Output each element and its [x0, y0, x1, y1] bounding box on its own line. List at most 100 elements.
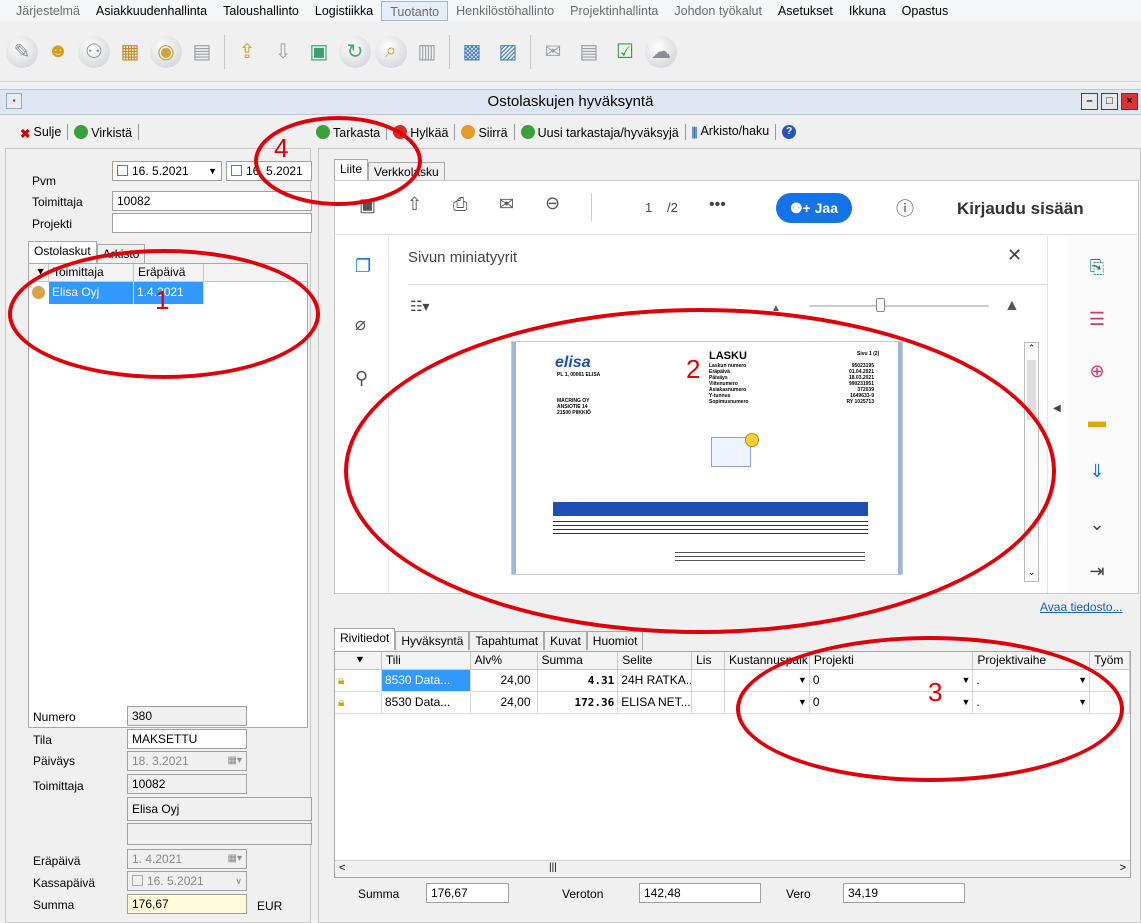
cell-summa[interactable]: 4.31: [538, 670, 619, 691]
cell-alv[interactable]: 24,00: [471, 670, 538, 691]
cell-selite[interactable]: ELISA NET...: [618, 692, 693, 713]
maximize-button[interactable]: □: [1101, 93, 1118, 110]
date-from-checkbox[interactable]: [117, 165, 128, 176]
cell-projektivaihe[interactable]: . ▼: [973, 670, 1091, 691]
export-pdf-icon[interactable]: ⇓: [1084, 458, 1110, 484]
approve-document-icon[interactable]: ☑: [609, 36, 641, 68]
open-file-link[interactable]: Avaa tiedosto...: [1040, 600, 1123, 614]
scroll-thumb[interactable]: |||: [549, 862, 557, 873]
chevron-down-icon[interactable]: ⌄: [1084, 511, 1110, 537]
project-input[interactable]: [112, 213, 312, 233]
cell-lis[interactable]: [692, 692, 726, 713]
help-icon[interactable]: ?: [782, 125, 797, 139]
chevron-down-icon[interactable]: ▼: [798, 670, 807, 691]
tab-ostolaskut[interactable]: Ostolaskut: [28, 241, 97, 263]
tab-kuvat[interactable]: Kuvat: [544, 631, 587, 650]
help-circle-icon[interactable]: ⓘ: [896, 195, 914, 221]
close-button[interactable]: ✖ Sulje: [20, 125, 61, 141]
filter-icon[interactable]: ⯆: [335, 652, 382, 669]
tab-hyvaksynta[interactable]: Hyväksyntä: [395, 631, 470, 650]
cell-kustannuspaikka[interactable]: ▼: [725, 670, 810, 691]
create-pdf-icon[interactable]: ⎘: [1084, 254, 1110, 280]
more-icon[interactable]: •••: [709, 196, 726, 214]
print-icon[interactable]: ⎙: [453, 194, 467, 215]
tab-verkkolasku[interactable]: Verkkolasku: [368, 162, 445, 181]
cell-tyom[interactable]: [1090, 692, 1130, 713]
chevron-down-icon[interactable]: ▼: [208, 162, 217, 180]
page-number[interactable]: 1: [645, 200, 652, 215]
chevron-down-icon[interactable]: ▼: [961, 692, 970, 713]
col-toimittaja[interactable]: Toimittaja: [49, 264, 134, 281]
scroll-right-icon[interactable]: >: [1120, 862, 1126, 874]
cell-lis[interactable]: [692, 670, 726, 691]
filter-icon[interactable]: ⯆: [29, 264, 49, 281]
cell-alv[interactable]: 24,00: [471, 692, 538, 713]
menu-tuotanto[interactable]: Tuotanto: [381, 1, 449, 21]
cell-projekti[interactable]: 0 ▼: [810, 692, 974, 713]
col-projektivaihe[interactable]: Projektivaihe: [973, 652, 1091, 669]
upload-cloud-icon[interactable]: ⇧: [407, 194, 422, 215]
table-row[interactable]: 🔒︎ 8530 Data... 24,00 172.36 ELISA NET..…: [335, 692, 1130, 714]
tab-rivitiedot[interactable]: Rivitiedot: [334, 628, 396, 650]
cell-kustannuspaikka[interactable]: ▼: [725, 692, 810, 713]
cloud-icon[interactable]: ☁: [645, 35, 677, 68]
date-from-input[interactable]: 16. 5.2021 ▼: [112, 161, 222, 181]
menu-jarjestelma[interactable]: Järjestelmä: [8, 1, 88, 21]
menu-opastus[interactable]: Opastus: [894, 1, 957, 21]
tab-liite[interactable]: Liite: [334, 159, 369, 181]
close-window-button[interactable]: ×: [1121, 93, 1138, 110]
report-chart-icon[interactable]: ▨: [492, 36, 524, 68]
col-tyom[interactable]: Työm: [1090, 652, 1130, 669]
check-button[interactable]: Tarkasta: [316, 124, 380, 140]
chevron-down-icon[interactable]: ▼: [961, 670, 970, 691]
report-icon[interactable]: ▩: [456, 36, 488, 68]
cash-register-icon[interactable]: ▥: [411, 36, 443, 68]
inbox-icon[interactable]: ⇩: [267, 36, 299, 68]
supplier-input[interactable]: 10082: [112, 191, 312, 211]
col-lis[interactable]: Lis: [692, 652, 726, 669]
menu-asiakkuudenhallinta[interactable]: Asiakkuudenhallinta: [88, 1, 215, 21]
invoice-thumbnail[interactable]: elisa PL 1, 00061 ELISA LASKU Sivu 1 (2)…: [512, 342, 902, 574]
mail-icon[interactable]: ✉: [537, 36, 569, 68]
attachment-icon[interactable]: ⌀: [355, 314, 366, 335]
menu-taloushallinto[interactable]: Taloushallinto: [215, 1, 307, 21]
zoom-slider-handle[interactable]: [876, 298, 885, 312]
cell-tili[interactable]: 8530 Data...: [381, 670, 471, 691]
share-button[interactable]: ⚉+ Jaa: [776, 193, 852, 223]
menu-ikkuna[interactable]: Ikkuna: [841, 1, 894, 21]
date-to-input[interactable]: 16. 5.2021: [226, 161, 312, 181]
archive-button[interactable]: ⫼ Arkisto/haku: [692, 124, 770, 140]
menu-logistiikka[interactable]: Logistiikka: [307, 1, 381, 21]
organize-pages-icon[interactable]: ☰: [1084, 306, 1110, 332]
list-options-icon[interactable]: ☷▾: [410, 298, 430, 315]
people-icon[interactable]: ⚇: [78, 35, 110, 68]
chevron-down-icon[interactable]: ▼: [1078, 670, 1087, 691]
comment-icon[interactable]: ▬: [1084, 408, 1110, 434]
chevron-down-icon[interactable]: ▼: [798, 692, 807, 713]
add-pdf-icon[interactable]: ⊕: [1084, 358, 1110, 384]
minimize-button[interactable]: –: [1081, 93, 1098, 110]
save-icon[interactable]: ▣: [359, 195, 376, 216]
documents-icon[interactable]: ▤: [573, 36, 605, 68]
ledger-icon[interactable]: ▤: [186, 36, 218, 68]
coins-icon[interactable]: ▦: [114, 36, 146, 68]
zoom-out-icon[interactable]: ⊖: [545, 193, 560, 214]
mail-icon[interactable]: ✉: [499, 194, 514, 215]
cell-projektivaihe[interactable]: . ▼: [973, 692, 1091, 713]
col-tili[interactable]: Tili: [382, 652, 471, 669]
thumbnail-scrollbar[interactable]: ⌃ ⌄: [1024, 342, 1039, 582]
collapse-panel-icon[interactable]: ◀: [1053, 403, 1061, 414]
new-checker-button[interactable]: Uusi tarkastaja/hyväksyjä: [520, 124, 679, 140]
warehouse-icon[interactable]: ▣: [303, 36, 335, 68]
col-erapaiva[interactable]: Eräpäivä: [134, 264, 204, 281]
scroll-down-icon[interactable]: ⌄: [1025, 567, 1038, 581]
tools-icon[interactable]: ✎: [6, 35, 38, 68]
move-button[interactable]: Siirrä: [461, 124, 508, 140]
chevron-down-icon[interactable]: ▼: [1078, 692, 1087, 713]
cell-summa[interactable]: 172.36: [538, 692, 619, 713]
tab-huomiot[interactable]: Huomiot: [586, 631, 644, 650]
menu-projektinhallinta[interactable]: Projektinhallinta: [562, 1, 666, 21]
customers-icon[interactable]: ☻: [42, 36, 74, 68]
pages-icon[interactable]: ❐: [355, 256, 371, 277]
table-row[interactable]: 🔒︎ 8530 Data... 24,00 4.31 24H RATKA... …: [335, 670, 1130, 692]
